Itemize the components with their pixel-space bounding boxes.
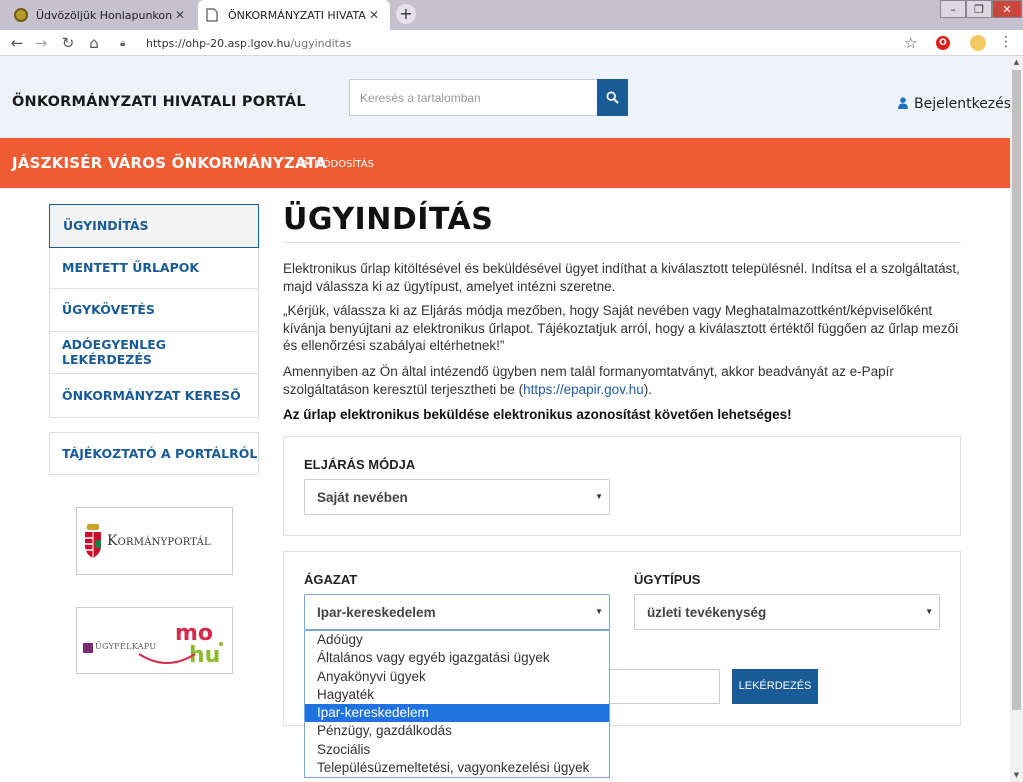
organization-bar: JÁSZKISÉR VÁROS ÖNKORMÁNYZATA ⟳ MÓDOSÍTÁ…: [0, 138, 1010, 188]
browser-tab-2[interactable]: ÖNKORMÁNYZATI HIVATALI PORTÁL ✕: [198, 0, 390, 30]
refresh-icon: ⟳: [300, 157, 311, 171]
chevron-down-icon: ▼: [595, 492, 603, 501]
sector-value: Ipar-kereskedelem: [317, 604, 436, 620]
ugyfelkapu-square-icon: [83, 643, 93, 653]
dropdown-option[interactable]: Hagyaték: [305, 686, 609, 704]
lock-icon: 🔒︎: [120, 37, 126, 49]
dropdown-option-highlighted[interactable]: Ipar-kereskedelem: [305, 704, 609, 723]
settlement-input[interactable]: [594, 669, 720, 704]
epapir-link[interactable]: https://epapir.gov.hu: [523, 382, 644, 397]
login-link[interactable]: Bejelentkezés: [898, 96, 1010, 112]
sector-select[interactable]: Ipar-kereskedelem ▼: [304, 594, 610, 630]
scrollbar-thumb[interactable]: [1012, 70, 1021, 710]
query-button[interactable]: LEKÉRDEZÉS: [732, 669, 818, 704]
home-icon[interactable]: ⌂: [85, 34, 103, 52]
sector-dropdown-list: Adóügy Általános vagy egyéb igazgatási ü…: [304, 630, 610, 778]
browser-tab-1[interactable]: Üdvözöljük Honlapunkon! ✕: [6, 0, 196, 30]
sector-label: ÁGAZAT: [304, 572, 358, 587]
close-window-button[interactable]: ✕: [992, 0, 1022, 18]
url-path: /ugyinditas: [290, 36, 352, 50]
sidebar-item-case-tracking[interactable]: ÜGYKÖVETÉS: [50, 289, 258, 332]
search-input[interactable]: [349, 79, 597, 116]
login-label: Bejelentkezés: [914, 96, 1010, 112]
procedure-mode-value: Saját nevében: [317, 489, 408, 505]
auth-notice: Az űrlap elektronikus beküldése elektron…: [283, 407, 792, 422]
dropdown-option[interactable]: Pénzügy, gazdálkodás: [305, 722, 609, 740]
modify-organization-link[interactable]: ⟳ MÓDOSÍTÁS: [300, 157, 374, 171]
sidebar-item-portal-info[interactable]: TÁJÉKOZTATÓ A PORTÁLRÓL: [49, 432, 259, 475]
dropdown-option[interactable]: Anyakönyvi ügyek: [305, 668, 609, 686]
dropdown-option[interactable]: Általános vagy egyéb igazgatási ügyek: [305, 649, 609, 667]
kormanyportal-label: Kormányportál: [107, 533, 211, 549]
maximize-window-button[interactable]: ❐: [966, 0, 992, 18]
site-header: ÖNKORMÁNYZATI HIVATALI PORTÁL Bejelentke…: [0, 56, 1010, 138]
sidebar-item-saved-forms[interactable]: MENTETT ŰRLAPOK: [50, 247, 258, 289]
browser-tab-strip: Üdvözöljük Honlapunkon! ✕ ÖNKORMÁNYZATI …: [0, 0, 1023, 30]
page-title: ÜGYINDÍTÁS: [283, 202, 494, 237]
procedure-mode-select[interactable]: Saját nevében ▼: [304, 479, 610, 515]
organization-name: JÁSZKISÉR VÁROS ÖNKORMÁNYZATA: [12, 154, 327, 172]
search-icon: [606, 90, 619, 104]
new-tab-button[interactable]: +: [396, 4, 416, 24]
epapir-text-after: ).: [643, 381, 652, 397]
chevron-down-icon: ▼: [595, 607, 603, 616]
forward-arrow-icon[interactable]: →: [32, 34, 50, 52]
tab-close-icon[interactable]: ✕: [172, 8, 188, 22]
scroll-up-icon[interactable]: ▲: [1010, 56, 1023, 69]
modify-label: MÓDOSÍTÁS: [314, 158, 374, 170]
tab-close-icon[interactable]: ✕: [366, 8, 382, 22]
dropdown-option[interactable]: Településüzemeltetési, vagyonkezelési üg…: [305, 759, 609, 777]
sidebar-item-municipality-search[interactable]: ÖNKORMÁNYZAT KERESŐ: [50, 374, 258, 417]
dropdown-option[interactable]: Szociális: [305, 741, 609, 759]
dropdown-option[interactable]: Adóügy: [305, 631, 609, 649]
title-divider: [283, 242, 961, 243]
sidebar-item-tax-balance[interactable]: ADÓEGYENLEG LEKÉRDEZÉS: [50, 332, 258, 374]
intro-paragraph: Elektronikus űrlap kitöltésével és bekül…: [283, 261, 960, 294]
bookmark-star-icon[interactable]: ☆: [904, 34, 917, 52]
procedure-notice-paragraph: „Kérjük, válassza ki az Eljárás módja me…: [283, 303, 959, 353]
case-type-value: üzleti tevékenység: [647, 604, 767, 620]
minimize-window-button[interactable]: –: [940, 0, 966, 18]
url-host: https://ohp-20.asp.lgov.hu: [146, 36, 291, 50]
case-type-select[interactable]: üzleti tevékenység ▼: [634, 594, 940, 630]
page-favicon-icon: [206, 8, 220, 22]
sidebar-item-ugyinditas[interactable]: ÜGYINDÍTÁS: [49, 204, 259, 248]
opera-extension-icon[interactable]: O: [936, 36, 950, 50]
case-type-label: ÜGYTÍPUS: [634, 572, 701, 587]
portal-title[interactable]: ÖNKORMÁNYZATI HIVATALI PORTÁL: [12, 94, 306, 110]
reload-icon[interactable]: ↻: [59, 34, 77, 52]
scroll-down-icon[interactable]: ▼: [1010, 769, 1023, 782]
chevron-down-icon: ▼: [925, 607, 933, 616]
address-bar[interactable]: 🔒︎ https://ohp-20.asp.lgov.hu/ugyinditas: [112, 32, 932, 54]
hungarian-crest-icon: [85, 524, 101, 558]
epapir-paragraph: Amennyiben az Ön által intézendő ügyben …: [283, 363, 961, 398]
ugyfelkapu-logo[interactable]: mo hu ÜGYFÉLKAPU: [76, 607, 233, 674]
tab-title: ÖNKORMÁNYZATI HIVATALI PORTÁL: [228, 8, 366, 22]
sidebar-nav: ÜGYINDÍTÁS MENTETT ŰRLAPOK ÜGYKÖVETÉS AD…: [49, 204, 259, 418]
page-scrollbar[interactable]: ▲ ▼: [1010, 56, 1023, 782]
browser-menu-icon[interactable]: ⋮: [999, 34, 1013, 50]
profile-avatar-icon[interactable]: [970, 35, 986, 51]
web-page: ÖNKORMÁNYZATI HIVATALI PORTÁL Bejelentke…: [0, 56, 1010, 782]
ugyfelkapu-label: ÜGYFÉLKAPU: [95, 642, 157, 651]
crest-favicon-icon: [14, 8, 28, 22]
search-button[interactable]: [597, 79, 628, 116]
browser-toolbar: ← → ↻ ⌂ 🔒︎ https://ohp-20.asp.lgov.hu/ug…: [0, 30, 1023, 56]
procedure-mode-label: ELJÁRÁS MÓDJA: [304, 457, 416, 472]
procedure-panel: ELJÁRÁS MÓDJA Saját nevében ▼: [283, 436, 961, 536]
tab-title: Üdvözöljük Honlapunkon!: [36, 8, 172, 22]
back-arrow-icon[interactable]: ←: [8, 34, 26, 52]
kormanyportal-logo[interactable]: Kormányportál: [76, 507, 233, 575]
user-icon: [898, 96, 908, 112]
